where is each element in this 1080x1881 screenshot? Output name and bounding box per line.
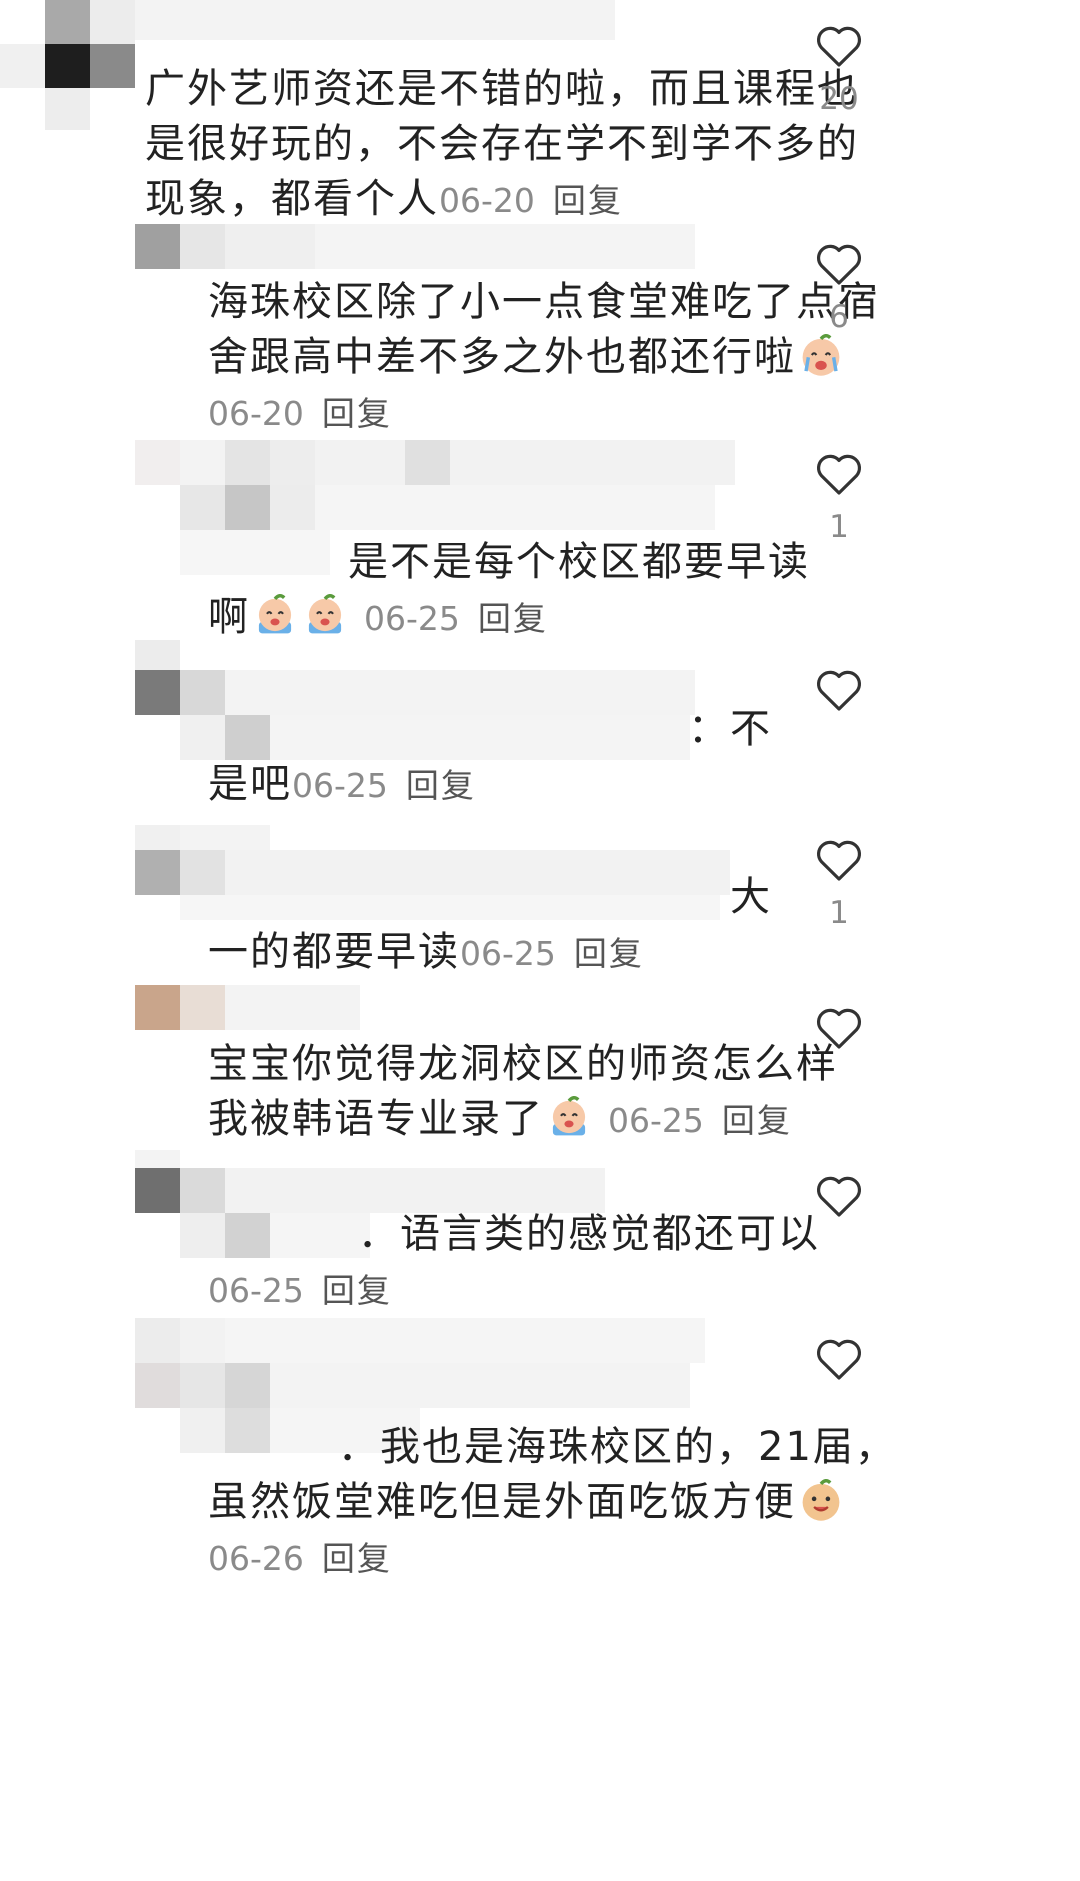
comment-text-line: ．语言类的感觉都还可以 bbox=[358, 1211, 820, 1257]
comment-text-line: ．我也是海珠校区的，21届， bbox=[338, 1424, 897, 1470]
reply-button[interactable]: 回复 bbox=[406, 766, 476, 805]
like-button[interactable] bbox=[789, 1006, 889, 1064]
happy-face-emoji bbox=[802, 1479, 840, 1521]
heart-outline-icon bbox=[816, 26, 862, 67]
comment-date: 06-25 bbox=[460, 934, 556, 973]
reply-button[interactable]: 回复 bbox=[553, 181, 623, 220]
comment-text-line: 舍跟高中差不多之外也都还行啦 bbox=[208, 334, 796, 380]
comment-text-line: 宝宝你觉得龙洞校区的师资怎么样 bbox=[208, 1041, 838, 1087]
like-button[interactable] bbox=[789, 668, 889, 726]
heart-outline-icon bbox=[816, 244, 862, 285]
comment-text-line: 啊 bbox=[208, 594, 250, 640]
heart-outline-icon bbox=[816, 1008, 862, 1049]
reply-button[interactable]: 回复 bbox=[322, 1539, 392, 1578]
like-button[interactable] bbox=[789, 1337, 889, 1395]
comment-text-line: 是很好玩的，不会存在学不到学不多的 bbox=[145, 121, 859, 167]
heart-outline-icon bbox=[816, 1339, 862, 1380]
reply-button[interactable]: 回复 bbox=[322, 1271, 392, 1310]
comment-date: 06-26 bbox=[208, 1539, 304, 1578]
like-button[interactable]: 1 bbox=[789, 452, 889, 544]
comment-text-line: ：不 bbox=[688, 706, 772, 752]
comment-date: 06-25 bbox=[208, 1271, 304, 1310]
reply-button[interactable]: 回复 bbox=[574, 934, 644, 973]
like-count: 20 bbox=[819, 81, 859, 117]
heart-outline-icon bbox=[816, 840, 862, 881]
comment-text-line: 我被韩语专业录了 bbox=[208, 1096, 544, 1142]
comment-text-line: 广外艺师资还是不错的啦，而且课程也 bbox=[145, 66, 859, 112]
reply-button[interactable]: 回复 bbox=[478, 599, 548, 638]
comment-date: 06-25 bbox=[364, 599, 460, 638]
reply-button[interactable]: 回复 bbox=[722, 1101, 792, 1140]
comment-date: 06-25 bbox=[608, 1101, 704, 1140]
heart-outline-icon bbox=[816, 454, 862, 495]
crying-face-emoji bbox=[308, 594, 342, 634]
comment-date: 06-20 bbox=[208, 394, 304, 433]
comment-text-line: 大 bbox=[730, 874, 772, 920]
comment-text-line: 海珠校区除了小一点食堂难吃了点宿 bbox=[208, 279, 880, 325]
like-button[interactable] bbox=[789, 1174, 889, 1232]
comment-text-line: 虽然饭堂难吃但是外面吃饭方便 bbox=[208, 1479, 796, 1525]
comment-text-line: 是不是每个校区都要早读 bbox=[348, 539, 810, 585]
comment-text-line: 是吧 bbox=[208, 761, 292, 807]
like-count: 1 bbox=[829, 895, 849, 931]
avatar-blurred[interactable] bbox=[135, 224, 695, 280]
comment-text-line: 一的都要早读 bbox=[208, 929, 460, 975]
crying-face-emoji bbox=[802, 334, 840, 376]
heart-outline-icon bbox=[816, 1176, 862, 1217]
like-count: 1 bbox=[829, 509, 849, 545]
like-button[interactable]: 1 bbox=[789, 838, 889, 930]
crying-face-emoji bbox=[258, 594, 292, 634]
comment-text-line: 现象，都看个人 bbox=[145, 176, 439, 222]
like-button[interactable]: 20 bbox=[789, 24, 889, 116]
like-button[interactable]: 6 bbox=[789, 242, 889, 334]
avatar-blurred[interactable] bbox=[135, 985, 360, 1035]
like-count: 6 bbox=[829, 299, 849, 335]
reply-button[interactable]: 回复 bbox=[322, 394, 392, 433]
comment-date: 06-20 bbox=[439, 181, 535, 220]
crying-face-emoji bbox=[552, 1096, 586, 1136]
comment-date: 06-25 bbox=[292, 766, 388, 805]
heart-outline-icon bbox=[816, 670, 862, 711]
